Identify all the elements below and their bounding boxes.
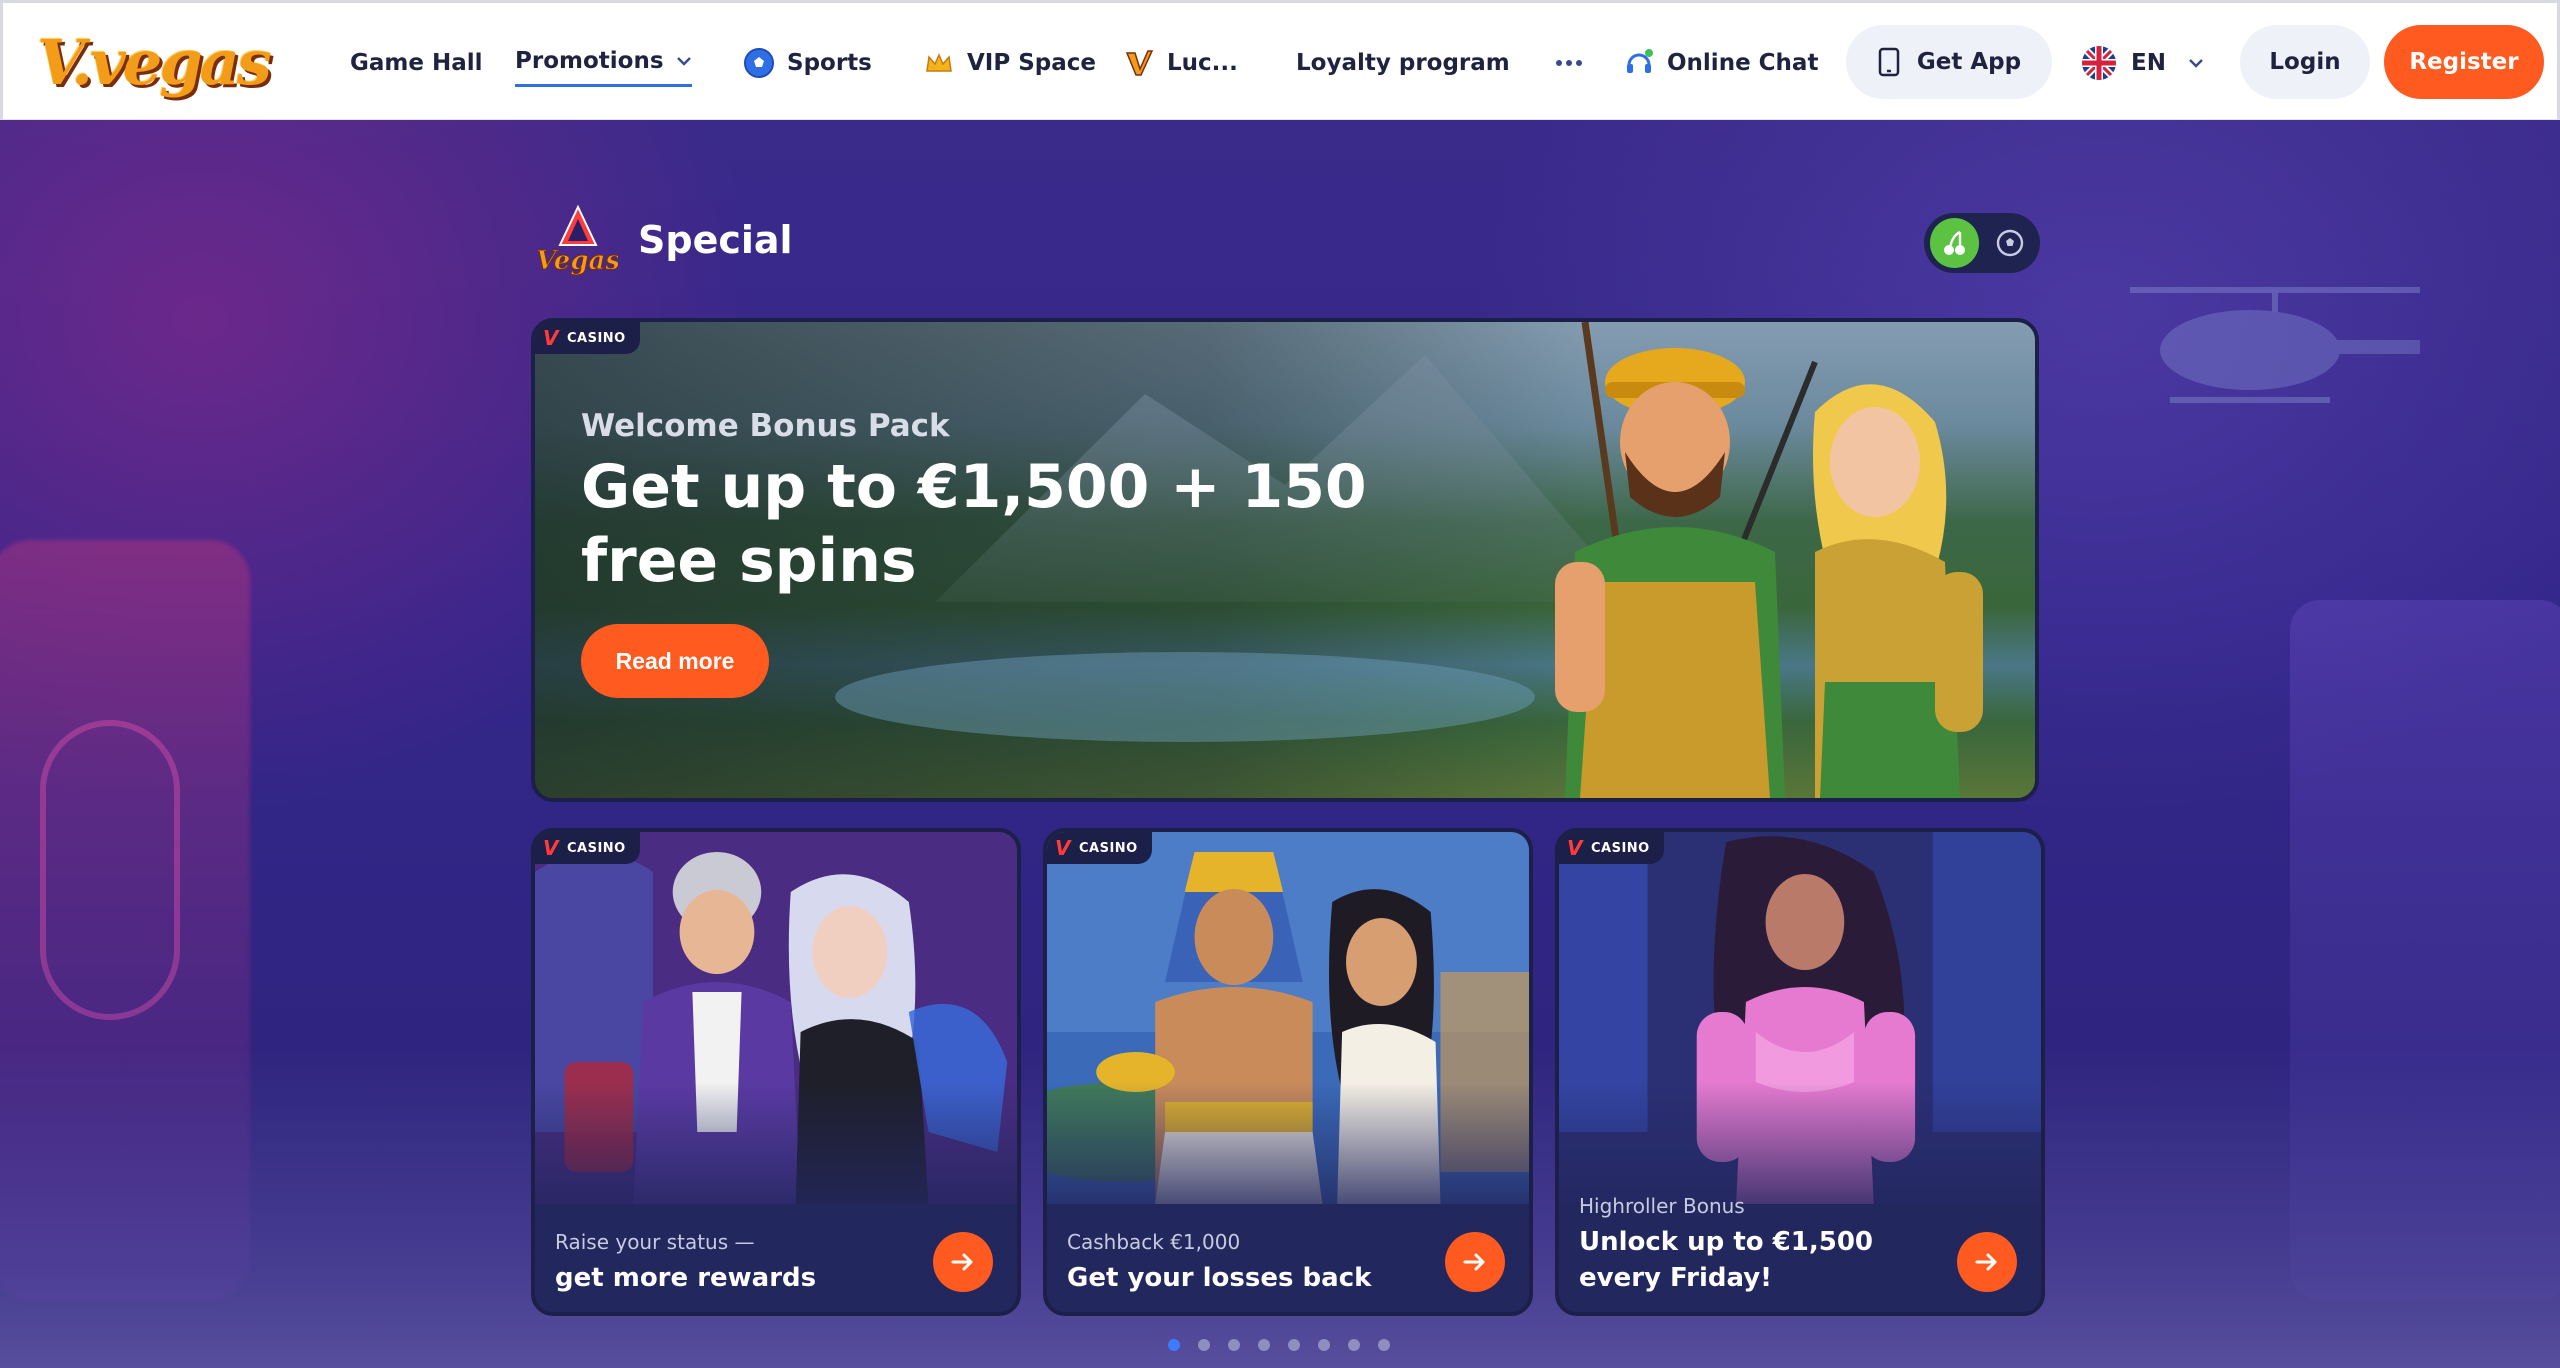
get-app-button[interactable]: Get App — [1846, 25, 2052, 99]
pagination-dot[interactable] — [1318, 1339, 1330, 1351]
badge-label: CASINO — [566, 840, 626, 856]
slots-toggle-option[interactable] — [1930, 218, 1979, 268]
badge-label: CASINO — [566, 330, 626, 346]
nav-item-vip-space[interactable]: VIP Space — [923, 39, 1096, 87]
read-more-button[interactable]: Read more — [581, 624, 769, 698]
casino-badge: V CASINO — [1047, 832, 1152, 864]
pagination-dot[interactable] — [1348, 1339, 1360, 1351]
card-title: get more rewards — [555, 1263, 817, 1293]
hero-banner[interactable]: V CASINO Welcome Bonus Pack Get up to €1… — [531, 318, 2039, 802]
pagination-dot[interactable] — [1168, 1339, 1180, 1351]
uk-flag-icon — [2082, 46, 2116, 80]
card-arrow-button[interactable] — [933, 1232, 993, 1292]
nav-item-label: VIP Space — [967, 50, 1097, 76]
chevron-down-icon — [676, 56, 691, 66]
v-brand-icon: V — [543, 326, 559, 350]
nav-item-label: Online Chat — [1667, 50, 1819, 76]
carousel-pagination — [1168, 1339, 1390, 1351]
card-art-fade — [1047, 1082, 1529, 1232]
casino-badge: V CASINO — [1559, 832, 1664, 864]
lake-illustration — [835, 652, 1535, 742]
card-art-fade — [535, 1082, 1017, 1232]
football-icon — [743, 47, 775, 79]
vegas-special-logo: Vegas — [538, 205, 618, 277]
arrow-right-icon — [1975, 1253, 1997, 1271]
nav-item-label: Game Hall — [350, 50, 483, 76]
fisherman-couple-illustration — [1555, 322, 1983, 798]
vegas-logo-text: Vegas — [538, 246, 618, 276]
hero-subtitle: Welcome Bonus Pack — [581, 408, 950, 444]
cherries-icon — [1943, 230, 1965, 255]
card-title: Unlock up to €1,500 every Friday! — [1579, 1227, 1873, 1293]
v-brand-icon: V — [543, 836, 559, 860]
pagination-dot[interactable] — [1258, 1339, 1270, 1351]
card-subtitle: Raise your status — — [555, 1230, 755, 1254]
helicopter-illustration — [2130, 287, 2420, 403]
promo-card[interactable]: V CASINO Cashback €1,000 Get your losses… — [1043, 828, 1533, 1316]
badge-label: CASINO — [1590, 840, 1650, 856]
card-arrow-button[interactable] — [1445, 1232, 1505, 1292]
v-brand-icon: V — [1567, 836, 1583, 860]
chevron-down-icon — [2189, 59, 2203, 68]
card-subtitle: Highroller Bonus — [1579, 1194, 1745, 1218]
badge-label: CASINO — [1078, 840, 1138, 856]
card-arrow-button[interactable] — [1957, 1232, 2017, 1292]
register-button[interactable]: Register — [2384, 25, 2544, 99]
more-dots-icon — [1553, 47, 1585, 79]
top-header: V.vegas Game Hall Promotions Sports VIP … — [0, 0, 2560, 120]
hero-title: Get up to €1,500 + 150 free spins — [581, 452, 1367, 596]
casino-badge: V CASINO — [535, 832, 640, 864]
section-title: Special — [638, 218, 793, 262]
login-button[interactable]: Login — [2240, 25, 2370, 99]
nav-item-label: Promotions — [515, 47, 664, 74]
arrow-right-icon — [951, 1253, 973, 1271]
casino-badge: V CASINO — [535, 322, 640, 354]
nav-item-sports[interactable]: Sports — [743, 39, 872, 87]
card-subtitle: Cashback €1,000 — [1067, 1230, 1241, 1254]
language-selector[interactable]: EN — [2081, 39, 2204, 87]
nav-item-game-hall[interactable]: Game Hall — [350, 39, 483, 87]
language-label: EN — [2131, 50, 2166, 76]
arrow-right-icon — [1463, 1253, 1485, 1271]
promo-card[interactable]: V CASINO Raise your status — get more re… — [531, 828, 1021, 1316]
headset-icon — [1623, 47, 1655, 79]
v-brand-icon: V — [1055, 836, 1071, 860]
v-brand-icon — [1123, 47, 1155, 79]
crown-icon — [923, 47, 955, 79]
promo-card[interactable]: V CASINO Highroller Bonus Unlock up to €… — [1555, 828, 2045, 1316]
nav-item-label: Sports — [787, 50, 872, 76]
sports-toggle-option[interactable] — [1985, 218, 2034, 268]
background-decoration — [40, 720, 180, 1020]
nav-item-promotions[interactable]: Promotions — [515, 39, 692, 87]
category-toggle[interactable] — [1924, 213, 2040, 273]
nav-item-loyalty-program[interactable]: Loyalty program — [1296, 39, 1510, 87]
card-title: Get your losses back — [1067, 1263, 1372, 1293]
pagination-dot[interactable] — [1198, 1339, 1210, 1351]
pagination-dot[interactable] — [1378, 1339, 1390, 1351]
get-app-label: Get App — [1916, 49, 2022, 75]
nav-item-label: Loyalty program — [1296, 50, 1510, 76]
nav-item-lucky[interactable]: Luc... — [1123, 39, 1238, 87]
nav-item-label: Luc... — [1167, 50, 1238, 76]
brand-logo[interactable]: V.vegas — [37, 21, 272, 105]
pagination-dot[interactable] — [1228, 1339, 1240, 1351]
more-menu-button[interactable] — [1553, 39, 1585, 87]
nav-item-online-chat[interactable]: Online Chat — [1623, 39, 1818, 87]
football-icon — [1996, 229, 2023, 257]
phone-icon — [1878, 47, 1900, 77]
pagination-dot[interactable] — [1288, 1339, 1300, 1351]
